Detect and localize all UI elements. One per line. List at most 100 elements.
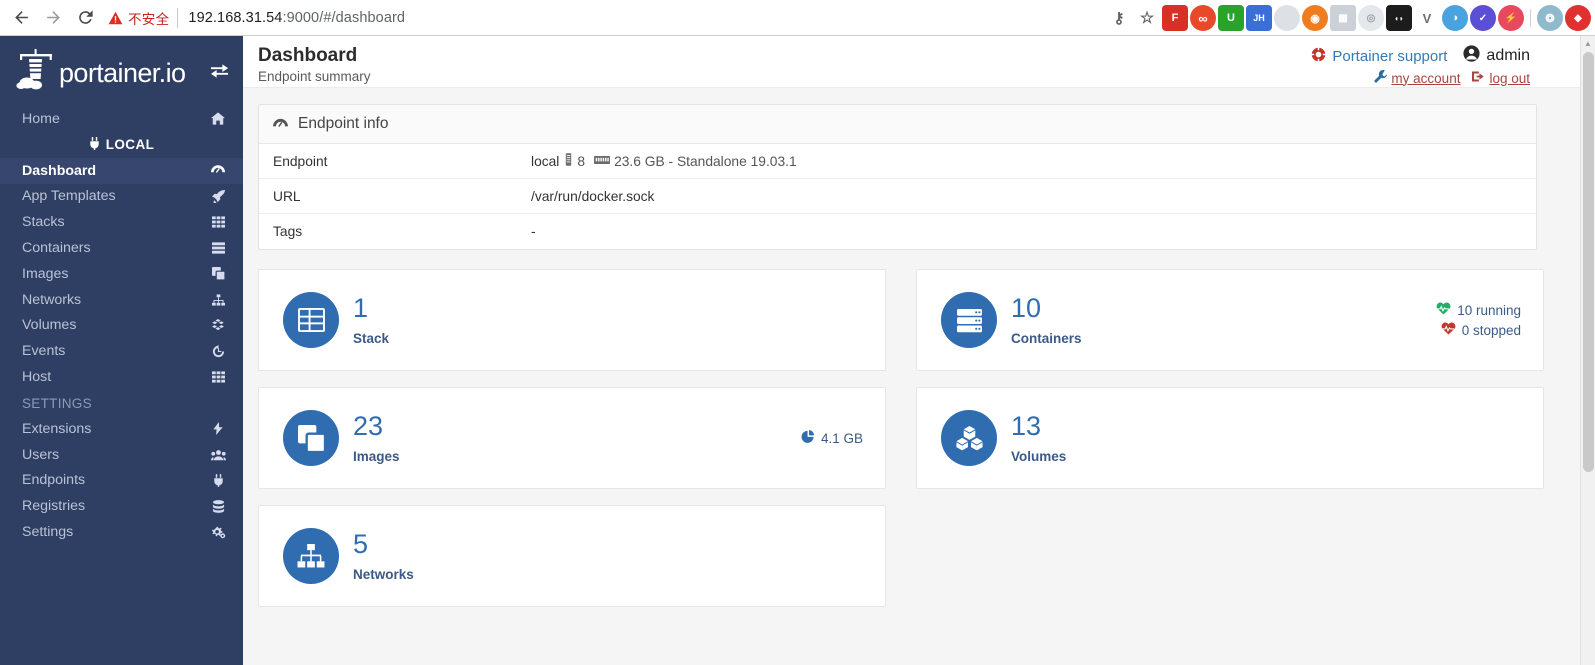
cpu-stat: 8 xyxy=(564,153,585,169)
stat-card-count: 23 xyxy=(353,410,384,441)
drop-extension-icon[interactable] xyxy=(1274,5,1300,31)
stat-card-extras: 10 running 0 stopped xyxy=(1436,302,1521,338)
sidebar-item-app-templates[interactable]: App Templates xyxy=(0,184,243,210)
sidebar-item-dashboard[interactable]: Dashboard xyxy=(0,157,243,184)
sidebar-item-settings[interactable]: Settings xyxy=(0,519,243,545)
shield-extension-icon[interactable]: U xyxy=(1218,5,1244,31)
password-key-icon[interactable]: ⚷ xyxy=(1106,5,1132,31)
back-arrow-icon[interactable] xyxy=(6,3,36,33)
stat-card-left: 1 Stack xyxy=(283,292,389,348)
address-bar[interactable]: 不安全 192.168.31.54:9000/#/dashboard xyxy=(108,4,748,32)
collapse-sidebar-icon[interactable] xyxy=(210,63,229,84)
v-extension-icon[interactable]: V xyxy=(1414,5,1440,31)
endpoint-row-url: URL /var/run/docker.sock xyxy=(259,179,1536,214)
panda-extension-icon[interactable]: ◖◗ xyxy=(1386,5,1412,31)
th-grid-icon xyxy=(209,216,227,228)
browser-nav-buttons xyxy=(0,3,100,33)
tachometer-icon xyxy=(273,118,288,131)
portainer-support-link[interactable]: Portainer support xyxy=(1311,46,1447,66)
header-user-area: Portainer support admin my account log o… xyxy=(1311,45,1575,86)
log-out-label: log out xyxy=(1489,70,1530,86)
stat-card-networks[interactable]: 5 Networks xyxy=(258,505,886,607)
memory-value: 23.6 GB - Standalone 19.03.1 xyxy=(614,153,797,169)
heartbeat-green-icon xyxy=(1436,302,1451,318)
endpoint-row-key: URL xyxy=(273,188,301,204)
memory-icon xyxy=(594,154,611,169)
memory-stat: 23.6 GB - Standalone 19.03.1 xyxy=(594,154,797,169)
check-extension-icon[interactable]: ✓ xyxy=(1470,5,1496,31)
endpoint-name: local xyxy=(531,153,560,169)
containers-stopped-label: 0 stopped xyxy=(1461,322,1521,338)
stat-card-extras: 4.1 GB xyxy=(801,429,863,447)
pie-chart-icon xyxy=(801,429,815,447)
stat-card-count: 13 xyxy=(1011,410,1042,441)
infinity-extension-icon[interactable]: ∞ xyxy=(1190,5,1216,31)
bolt-icon xyxy=(209,422,227,436)
stat-card-count: 1 xyxy=(353,292,369,323)
page-header: Dashboard Endpoint summary Portainer sup… xyxy=(243,36,1595,88)
user-circle-icon xyxy=(1463,45,1480,67)
endpoint-info-header: Endpoint info xyxy=(259,105,1536,144)
sidebar-item-containers[interactable]: Containers xyxy=(0,235,243,261)
sidebar-item-host[interactable]: Host xyxy=(0,364,243,390)
stat-card-volumes[interactable]: 13 Volumes xyxy=(916,387,1544,489)
sidebar-item-endpoints[interactable]: Endpoints xyxy=(0,468,243,494)
globe-extension-icon[interactable]: ❂ xyxy=(1537,5,1563,31)
orange-extension-icon[interactable]: ◉ xyxy=(1302,5,1328,31)
red-circle-extension-icon[interactable]: ◆ xyxy=(1565,5,1591,31)
foxit-extension-icon[interactable]: F xyxy=(1162,5,1188,31)
scrollbar-thumb[interactable] xyxy=(1583,52,1594,472)
sidebar-item-stacks[interactable]: Stacks xyxy=(0,209,243,235)
grid-extension-icon[interactable]: ▦ xyxy=(1330,5,1356,31)
admin-username: admin xyxy=(1486,47,1530,64)
security-warning[interactable]: 不安全 xyxy=(108,7,179,28)
compass-extension-icon[interactable]: ◑ xyxy=(1442,5,1468,31)
sidebar-item-label: App Templates xyxy=(22,188,116,205)
dashboard-content: Endpoint info Endpoint local 8 23.6 GB -… xyxy=(243,88,1595,607)
sidebar-item-extensions[interactable]: Extensions xyxy=(0,416,243,442)
sidebar-item-label: Registries xyxy=(22,498,86,515)
cpu-icon xyxy=(564,153,573,169)
endpoint-row-value: /var/run/docker.sock xyxy=(531,188,655,204)
page-scrollbar[interactable]: ▲ xyxy=(1580,36,1595,665)
browser-extension-tray: ⚷ ☆ F ∞ U JH ◉ ▦ ◎ ◖◗ V ◑ ✓ ⚡ ❂ ◆ xyxy=(1106,0,1591,36)
sidebar-item-images[interactable]: Images xyxy=(0,261,243,287)
stat-card-stack[interactable]: 1 Stack xyxy=(258,269,886,371)
scroll-up-arrow-icon[interactable]: ▲ xyxy=(1581,36,1595,51)
sidebar-item-home[interactable]: Home xyxy=(0,106,243,132)
endpoint-info-panel: Endpoint info Endpoint local 8 23.6 GB -… xyxy=(258,104,1537,250)
sitemap-icon xyxy=(209,294,227,306)
sidebar-item-label: Volumes xyxy=(22,317,77,334)
jh-extension-icon[interactable]: JH xyxy=(1246,5,1272,31)
sidebar-item-volumes[interactable]: Volumes xyxy=(0,313,243,339)
security-warning-label: 不安全 xyxy=(128,11,170,27)
sidebar-item-events[interactable]: Events xyxy=(0,338,243,364)
forward-arrow-icon[interactable] xyxy=(38,3,68,33)
stat-card-containers[interactable]: 10 Containers 10 running 0 stopped xyxy=(916,269,1544,371)
admin-user-block[interactable]: admin xyxy=(1463,45,1530,67)
stat-card-images[interactable]: 23 Images 4.1 GB xyxy=(258,387,886,489)
brand-header[interactable]: portainer.io xyxy=(0,40,243,106)
camera-extension-icon[interactable]: ◎ xyxy=(1358,5,1384,31)
portainer-lighthouse-logo xyxy=(16,48,56,99)
bookmark-star-icon[interactable]: ☆ xyxy=(1134,5,1160,31)
sidebar-item-label: Home xyxy=(22,110,60,127)
sidebar-item-users[interactable]: Users xyxy=(0,442,243,468)
reload-icon[interactable] xyxy=(70,3,100,33)
endpoint-row-value: local 8 23.6 GB - Standalone 19.03.1 xyxy=(531,153,797,169)
browser-toolbar: 不安全 192.168.31.54:9000/#/dashboard ⚷ ☆ F… xyxy=(0,0,1595,36)
header-top-row: Portainer support admin xyxy=(1311,45,1530,67)
cubes-icon xyxy=(209,319,227,331)
sidebar-item-networks[interactable]: Networks xyxy=(0,287,243,313)
my-account-link[interactable]: my account xyxy=(1374,69,1460,86)
sidebar-section-local-label: LOCAL xyxy=(105,137,155,153)
brand-left: portainer.io xyxy=(16,48,186,99)
sidebar-item-registries[interactable]: Registries xyxy=(0,493,243,519)
sidebar-item-label: Images xyxy=(22,265,69,282)
stat-card-left: 13 Volumes xyxy=(941,410,1066,466)
endpoint-row-key: Tags xyxy=(273,224,303,239)
log-out-link[interactable]: log out xyxy=(1472,70,1530,86)
tachometer-icon xyxy=(209,164,227,177)
heartbeat-red-icon xyxy=(1441,322,1456,338)
bolt-extension-icon[interactable]: ⚡ xyxy=(1498,5,1524,31)
